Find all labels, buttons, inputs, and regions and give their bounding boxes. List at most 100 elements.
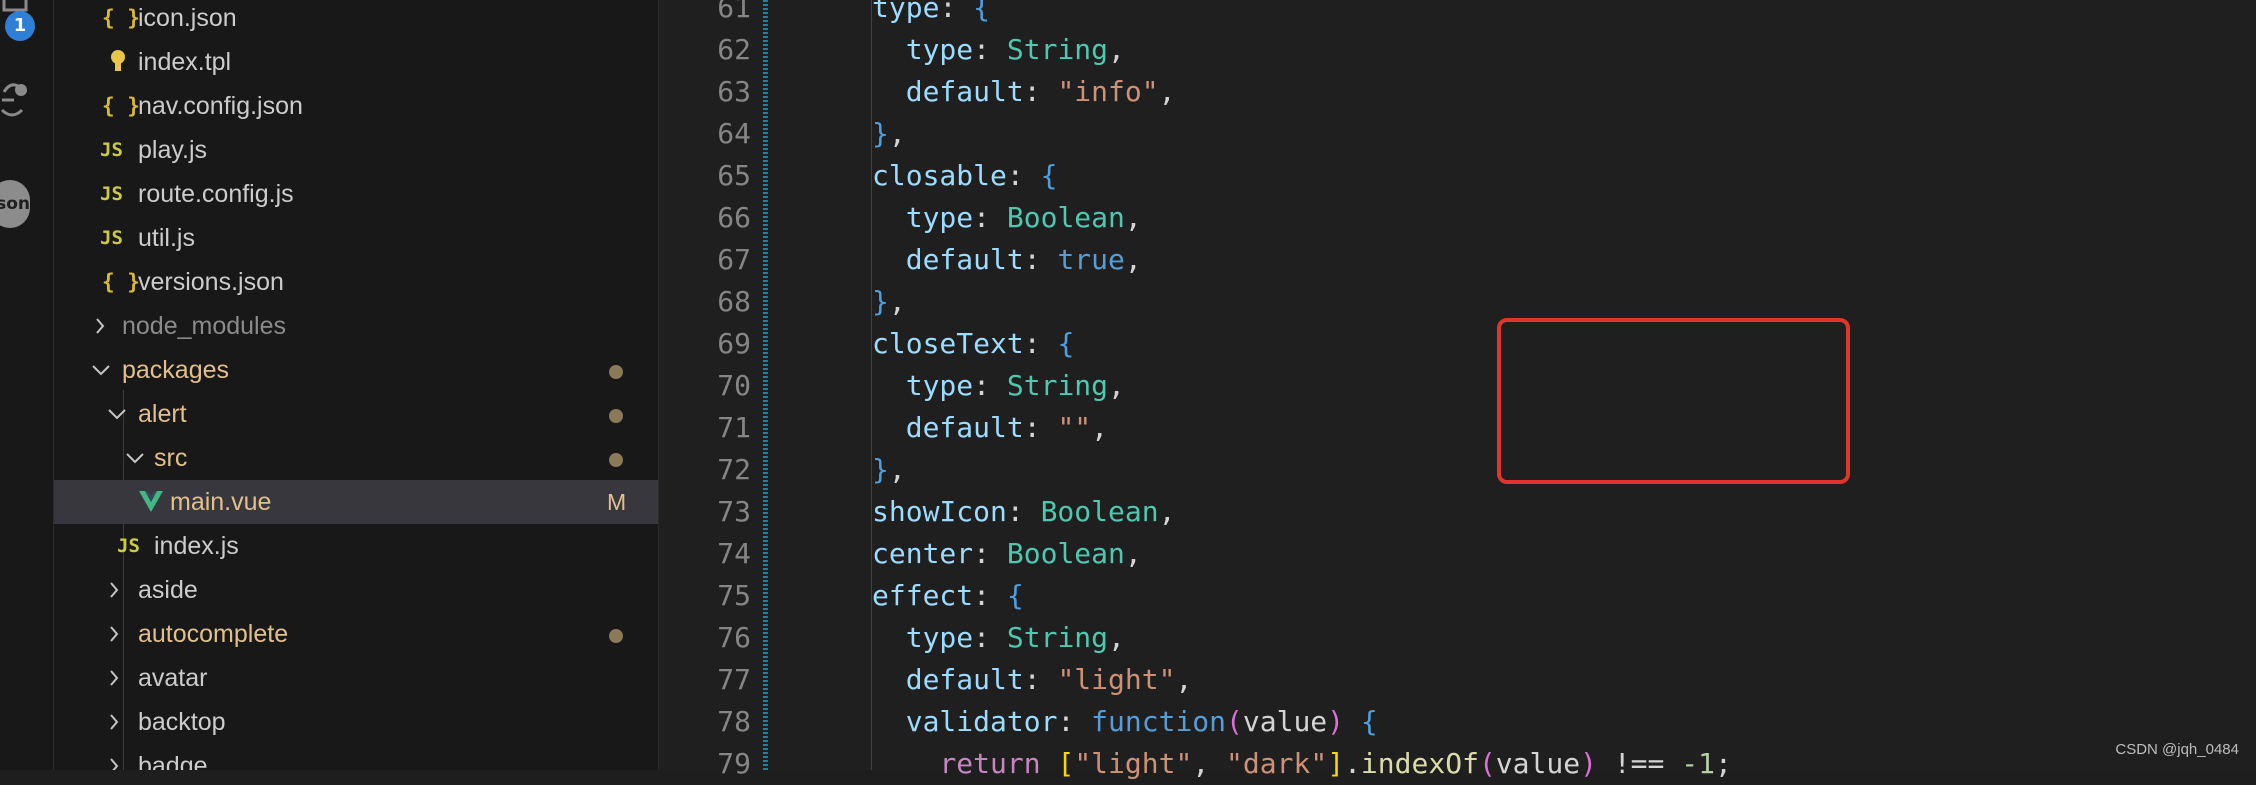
- highlight-box: [1497, 318, 1850, 484]
- modified-dot-icon: [609, 365, 623, 379]
- explorer-item[interactable]: badge: [54, 744, 658, 770]
- code-text: type: String,: [905, 33, 1125, 66]
- code-text: showIcon: Boolean,: [872, 495, 1176, 528]
- explorer-item[interactable]: JS play.js: [54, 128, 658, 172]
- explorer-item[interactable]: { } versions.json: [54, 260, 658, 304]
- explorer-item[interactable]: index.tpl: [54, 40, 658, 84]
- explorer-item[interactable]: { } nav.config.json: [54, 84, 658, 128]
- code-text: type: String,: [905, 369, 1125, 402]
- explorer-item[interactable]: JS route.config.js: [54, 172, 658, 216]
- explorer-item-label: index.js: [154, 532, 239, 560]
- code-editor[interactable]: 61 type: {62 type: String, 63 default: "in…: [659, 0, 2256, 780]
- vue-file-icon: [138, 480, 164, 524]
- line-number: 75: [717, 579, 751, 612]
- explorer-item[interactable]: main.vue M: [54, 480, 658, 524]
- line-number: 74: [717, 537, 751, 570]
- code-text: },: [872, 117, 906, 150]
- watermark: CSDN @jqh_0484: [2115, 741, 2239, 758]
- explorer-item-label: util.js: [138, 224, 195, 252]
- explorer-item[interactable]: alert: [54, 392, 658, 436]
- explorer-item[interactable]: JS index.js: [54, 524, 658, 568]
- chevron-down-icon: [90, 348, 112, 392]
- line-number: 70: [717, 369, 751, 402]
- source-control-badge[interactable]: 1: [5, 11, 35, 41]
- line-number: 78: [717, 705, 751, 738]
- code-line[interactable]: 79 return ["light", "dark"].indexOf(valu…: [659, 743, 2256, 785]
- code-text: default: "",: [905, 411, 1109, 444]
- code-line[interactable]: 72},: [659, 449, 2256, 491]
- line-number: 61: [717, 0, 751, 24]
- activity-bar: 1 son: [0, 0, 54, 770]
- explorer-item-label: route.config.js: [138, 180, 294, 208]
- line-number: 72: [717, 453, 751, 486]
- code-line[interactable]: 74 center: Boolean,: [659, 533, 2256, 575]
- explorer-item-label: src: [154, 444, 188, 472]
- line-number: 77: [717, 663, 751, 696]
- explorer-item[interactable]: JS util.js: [54, 216, 658, 260]
- code-line[interactable]: 68},: [659, 281, 2256, 323]
- line-number: 62: [717, 33, 751, 66]
- code-line[interactable]: 70 type: String,: [659, 365, 2256, 407]
- modified-dot-icon: [609, 629, 623, 643]
- modified-dot-icon: [609, 453, 623, 467]
- code-text: },: [872, 285, 906, 318]
- explorer-item-label: versions.json: [138, 268, 284, 296]
- explorer-item[interactable]: avatar: [54, 656, 658, 700]
- line-number: 69: [717, 327, 751, 360]
- code-line[interactable]: 75 effect: {: [659, 575, 2256, 617]
- line-number: 71: [717, 411, 751, 444]
- explorer-item[interactable]: { } icon.json: [54, 0, 658, 40]
- explorer-item-label: packages: [122, 356, 230, 384]
- code-text: type: {: [872, 0, 991, 24]
- line-number: 64: [717, 117, 751, 150]
- git-status-badge: M: [607, 489, 627, 515]
- code-text: default: "info",: [905, 75, 1176, 108]
- chevron-down-icon: [106, 392, 128, 436]
- explorer-item-label: autocomplete: [138, 620, 289, 648]
- code-line[interactable]: 76 type: String,: [659, 617, 2256, 659]
- line-number: 79: [717, 747, 751, 780]
- code-line[interactable]: 63 default: "info",: [659, 71, 2256, 113]
- code-line[interactable]: 78 validator: function(value) {: [659, 701, 2256, 743]
- line-number: 65: [717, 159, 751, 192]
- remote-sync-icon[interactable]: [0, 76, 40, 132]
- explorer-item[interactable]: packages: [54, 348, 658, 392]
- code-line[interactable]: 61 type: {: [659, 0, 2256, 29]
- code-text: closable: {: [872, 159, 1058, 192]
- explorer-item-label: play.js: [138, 136, 208, 164]
- explorer-sidebar: { } icon.json index.tpl{ } nav.config.json J…: [54, 0, 659, 770]
- line-number: 73: [717, 495, 751, 528]
- explorer-item[interactable]: aside: [54, 568, 658, 612]
- code-line[interactable]: 71 default: "",: [659, 407, 2256, 449]
- code-line[interactable]: 73 showIcon: Boolean,: [659, 491, 2256, 533]
- code-line[interactable]: 64},: [659, 113, 2256, 155]
- chevron-right-icon: [106, 656, 122, 700]
- explorer-item-label: node_modules: [122, 312, 287, 340]
- line-number: 67: [717, 243, 751, 276]
- explorer-item[interactable]: src: [54, 436, 658, 480]
- code-line[interactable]: 69 closeText: {: [659, 323, 2256, 365]
- code-line[interactable]: 62 type: String,: [659, 29, 2256, 71]
- code-line[interactable]: 65 closable: {: [659, 155, 2256, 197]
- explorer-item[interactable]: autocomplete: [54, 612, 658, 656]
- explorer-item-label: nav.config.json: [138, 92, 303, 120]
- code-line[interactable]: 67 default: true,: [659, 239, 2256, 281]
- json-braces-icon: { }: [102, 94, 140, 118]
- explorer-item[interactable]: node_modules: [54, 304, 658, 348]
- code-text: default: true,: [905, 243, 1142, 276]
- code-text: center: Boolean,: [872, 537, 1142, 570]
- account-avatar-icon[interactable]: son: [0, 180, 30, 228]
- code-text: type: String,: [905, 621, 1125, 654]
- explorer-item-label: avatar: [138, 664, 208, 692]
- line-number: 68: [717, 285, 751, 318]
- code-text: type: Boolean,: [905, 201, 1142, 234]
- code-line[interactable]: 66 type: Boolean,: [659, 197, 2256, 239]
- code-text: closeText: {: [872, 327, 1075, 360]
- explorer-item-label: backtop: [138, 708, 226, 736]
- js-file-icon: JS: [100, 183, 123, 205]
- line-number: 66: [717, 201, 751, 234]
- code-text: return ["light", "dark"].indexOf(value) …: [939, 747, 1732, 780]
- chevron-right-icon: [106, 700, 122, 744]
- code-line[interactable]: 77 default: "light",: [659, 659, 2256, 701]
- explorer-item[interactable]: backtop: [54, 700, 658, 744]
